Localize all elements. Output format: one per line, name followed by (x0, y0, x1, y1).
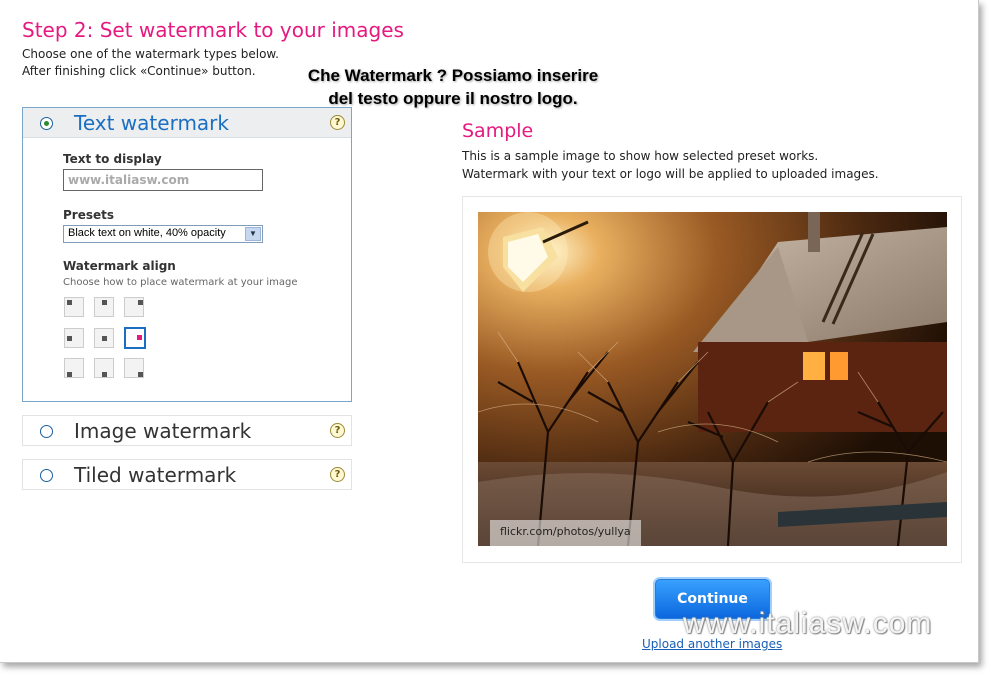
align-middle-left[interactable] (64, 328, 84, 348)
tiled-watermark-title[interactable]: Tiled watermark (74, 463, 236, 487)
instructions: Choose one of the watermark types below.… (22, 46, 279, 80)
sample-description: This is a sample image to show how selec… (462, 147, 879, 183)
sample-desc-line-1: This is a sample image to show how selec… (462, 149, 819, 163)
align-top-center[interactable] (94, 297, 114, 317)
sample-title: Sample (462, 120, 534, 142)
presets-selected-value: Black text on white, 40% opacity (68, 227, 226, 239)
align-middle-center[interactable] (94, 328, 114, 348)
instruction-line-2: After finishing click «Continue» button. (22, 64, 256, 78)
tiled-watermark-header[interactable]: Tiled watermark ? (23, 460, 351, 490)
align-top-right[interactable] (124, 297, 144, 317)
annotation-callout: Che Watermark ? Possiamo inserire del te… (270, 64, 636, 110)
align-bottom-right[interactable] (124, 358, 144, 378)
help-icon[interactable]: ? (330, 467, 345, 482)
image-watermark-panel[interactable]: Image watermark ? (22, 415, 352, 446)
sample-desc-line-2: Watermark with your text or logo will be… (462, 167, 879, 181)
sample-preview: flickr.com/photos/yullya (462, 196, 962, 563)
watermark-align-hint: Choose how to place watermark at your im… (63, 277, 298, 288)
align-top-left[interactable] (64, 297, 84, 317)
tiled-watermark-panel[interactable]: Tiled watermark ? (22, 459, 352, 490)
help-icon[interactable]: ? (330, 423, 345, 438)
page-title: Step 2: Set watermark to your images (22, 18, 404, 42)
text-to-display-input[interactable] (63, 169, 263, 191)
image-watermark-header[interactable]: Image watermark ? (23, 416, 351, 446)
text-to-display-label: Text to display (63, 152, 162, 166)
text-watermark-panel: Text watermark ? Text to display Presets… (22, 107, 352, 402)
text-watermark-radio[interactable] (40, 117, 53, 130)
tiled-watermark-radio[interactable] (40, 469, 53, 482)
text-watermark-title[interactable]: Text watermark (74, 111, 229, 135)
sample-photo: flickr.com/photos/yullya (478, 212, 947, 546)
instruction-line-1: Choose one of the watermark types below. (22, 47, 279, 61)
presets-label: Presets (63, 208, 115, 222)
watermark-align-label: Watermark align (63, 259, 176, 273)
image-watermark-radio[interactable] (40, 425, 53, 438)
image-watermark-title[interactable]: Image watermark (74, 419, 251, 443)
winter-house-photo (478, 212, 947, 546)
align-bottom-left[interactable] (64, 358, 84, 378)
align-bottom-center[interactable] (94, 358, 114, 378)
site-watermark-logo: www.italiasw.com (683, 607, 933, 640)
upload-another-images-link[interactable]: Upload another images (642, 637, 782, 651)
help-icon[interactable]: ? (330, 115, 345, 130)
text-watermark-header[interactable]: Text watermark ? (23, 108, 351, 138)
photo-credit: flickr.com/photos/yullya (490, 520, 641, 546)
presets-select[interactable]: Black text on white, 40% opacity ▼ (63, 225, 263, 243)
chevron-down-icon[interactable]: ▼ (245, 227, 261, 241)
callout-line-1: Che Watermark ? Possiamo inserire (307, 66, 599, 85)
app-window: Step 2: Set watermark to your images Cho… (0, 0, 979, 663)
align-middle-right[interactable] (124, 327, 146, 349)
